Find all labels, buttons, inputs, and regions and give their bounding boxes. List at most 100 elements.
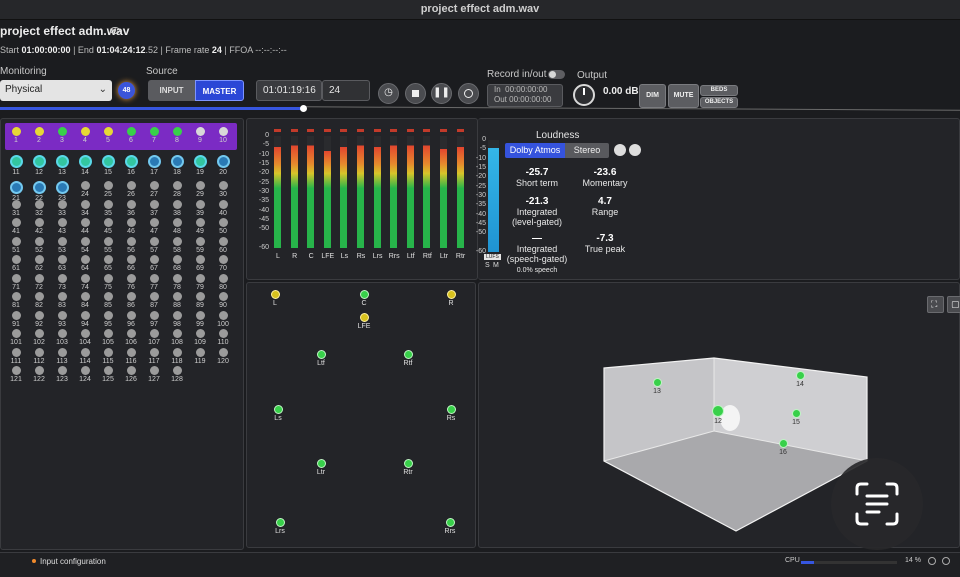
channel-83[interactable]: 83	[51, 292, 73, 309]
eye-icon[interactable]	[110, 27, 120, 34]
channel-126[interactable]: 126	[120, 366, 142, 383]
channel-36[interactable]: 36	[120, 199, 142, 217]
channel-64[interactable]: 64	[74, 255, 96, 272]
clock-button[interactable]: ◷	[378, 83, 399, 104]
channel-96[interactable]: 96	[120, 310, 142, 328]
channel-124[interactable]: 124	[74, 366, 96, 383]
channel-102[interactable]: 102	[28, 329, 50, 346]
channel-7[interactable]: 7	[143, 127, 165, 144]
channel-42[interactable]: 42	[28, 218, 50, 235]
channel-55[interactable]: 55	[97, 236, 119, 254]
room-object-15[interactable]: 15	[784, 409, 808, 426]
channel-86[interactable]: 86	[120, 292, 142, 309]
channel-16[interactable]: 16	[120, 155, 142, 176]
channel-45[interactable]: 45	[97, 218, 119, 235]
channel-106[interactable]: 106	[120, 329, 142, 346]
channel-122[interactable]: 122	[28, 366, 50, 383]
channel-46[interactable]: 46	[120, 218, 142, 235]
channel-99[interactable]: 99	[189, 310, 211, 328]
channel-78[interactable]: 78	[166, 273, 188, 291]
channel-27[interactable]: 27	[143, 181, 165, 198]
channel-121[interactable]: 121	[5, 366, 27, 383]
speaker-l[interactable]: L	[263, 290, 287, 307]
channel-128[interactable]: 128	[166, 366, 188, 383]
record-button[interactable]	[458, 83, 479, 104]
channel-81[interactable]: 81	[5, 292, 27, 309]
text-scan-button[interactable]	[831, 458, 923, 550]
channel-10[interactable]: 10	[212, 127, 234, 144]
channel-65[interactable]: 65	[97, 255, 119, 272]
channel-40[interactable]: 40	[212, 199, 234, 217]
channel-105[interactable]: 105	[97, 329, 119, 346]
record-inout-toggle[interactable]	[548, 70, 565, 79]
channel-116[interactable]: 116	[120, 347, 142, 365]
channel-114[interactable]: 114	[74, 347, 96, 365]
channel-111[interactable]: 111	[5, 347, 27, 365]
channel-109[interactable]: 109	[189, 329, 211, 346]
channel-12[interactable]: 12	[28, 155, 50, 176]
channel-29[interactable]: 29	[189, 181, 211, 198]
channel-115[interactable]: 115	[97, 347, 119, 365]
timecode-display[interactable]: 01:01:19:16	[256, 80, 322, 101]
channel-8[interactable]: 8	[166, 127, 188, 144]
speaker-r[interactable]: R	[439, 290, 463, 307]
channel-2[interactable]: 2	[28, 127, 50, 144]
channel-103[interactable]: 103	[51, 329, 73, 346]
stop-button[interactable]	[405, 83, 426, 104]
timeline-track[interactable]	[305, 106, 960, 111]
channel-38[interactable]: 38	[166, 199, 188, 217]
channel-117[interactable]: 117	[143, 347, 165, 365]
channel-count-badge[interactable]: 48	[118, 82, 135, 99]
dim-button[interactable]: DIM	[639, 84, 666, 108]
channel-62[interactable]: 62	[28, 255, 50, 272]
input-configuration-link[interactable]: Input configuration	[40, 557, 106, 566]
source-input-button[interactable]: INPUT	[148, 80, 195, 101]
channel-70[interactable]: 70	[212, 255, 234, 272]
channel-100[interactable]: 100	[212, 310, 234, 328]
speaker-rrs[interactable]: Rrs	[438, 518, 462, 535]
room-object-12[interactable]: 12	[706, 405, 730, 425]
channel-84[interactable]: 84	[74, 292, 96, 309]
channel-44[interactable]: 44	[74, 218, 96, 235]
channel-67[interactable]: 67	[143, 255, 165, 272]
channel-104[interactable]: 104	[74, 329, 96, 346]
tab-stereo[interactable]: Stereo	[565, 143, 609, 158]
fullscreen-button[interactable]: ⛶	[927, 296, 944, 313]
channel-74[interactable]: 74	[74, 273, 96, 291]
speaker-c[interactable]: C	[352, 290, 376, 307]
channel-123[interactable]: 123	[51, 366, 73, 383]
channel-98[interactable]: 98	[166, 310, 188, 328]
speaker-lrs[interactable]: Lrs	[268, 518, 292, 535]
channel-89[interactable]: 89	[189, 292, 211, 309]
channel-53[interactable]: 53	[51, 236, 73, 254]
channel-94[interactable]: 94	[74, 310, 96, 328]
mute-button[interactable]: MUTE	[668, 84, 699, 108]
channel-41[interactable]: 41	[5, 218, 27, 235]
speaker-rtr[interactable]: Rtr	[396, 459, 420, 476]
channel-68[interactable]: 68	[166, 255, 188, 272]
channel-66[interactable]: 66	[120, 255, 142, 272]
channel-39[interactable]: 39	[189, 199, 211, 217]
speaker-ltr[interactable]: Ltr	[309, 459, 333, 476]
channel-54[interactable]: 54	[74, 236, 96, 254]
help-icon[interactable]	[942, 557, 950, 565]
channel-112[interactable]: 112	[28, 347, 50, 365]
timecode-frames[interactable]: 24	[322, 80, 370, 101]
channel-107[interactable]: 107	[143, 329, 165, 346]
channel-13[interactable]: 13	[51, 155, 73, 176]
channel-110[interactable]: 110	[212, 329, 234, 346]
channel-31[interactable]: 31	[5, 199, 27, 217]
channel-77[interactable]: 77	[143, 273, 165, 291]
channel-28[interactable]: 28	[166, 181, 188, 198]
channel-26[interactable]: 26	[120, 181, 142, 198]
channel-72[interactable]: 72	[28, 273, 50, 291]
beds-button[interactable]: BEDS	[700, 85, 738, 96]
channel-95[interactable]: 95	[97, 310, 119, 328]
speaker-ltf[interactable]: Ltf	[309, 350, 333, 367]
channel-71[interactable]: 71	[5, 273, 27, 291]
channel-47[interactable]: 47	[143, 218, 165, 235]
output-gain-knob[interactable]	[573, 84, 595, 106]
channel-92[interactable]: 92	[28, 310, 50, 328]
channel-91[interactable]: 91	[5, 310, 27, 328]
channel-90[interactable]: 90	[212, 292, 234, 309]
